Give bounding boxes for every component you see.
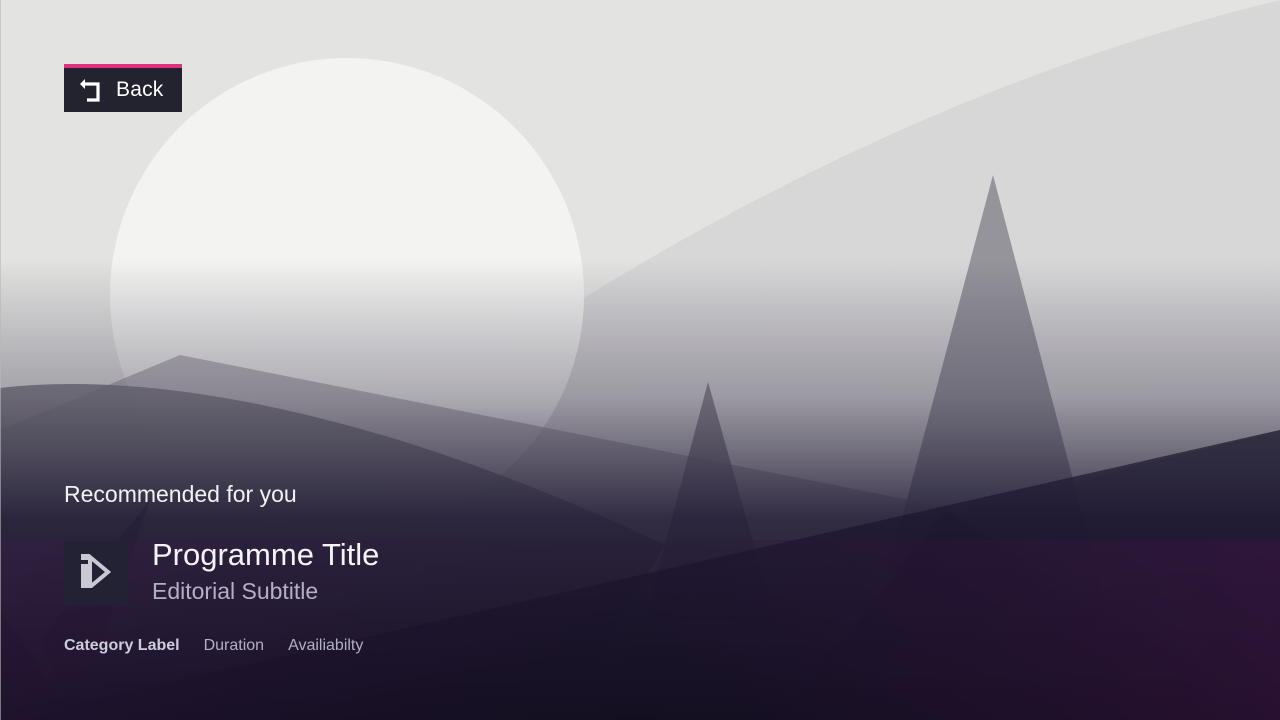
programme-text: Programme Title Editorial Subtitle (152, 537, 379, 606)
programme-thumbnail (64, 541, 128, 605)
back-button-label: Back (116, 78, 164, 101)
programme-detail-screen: Back Recommended for you Programme Title… (0, 0, 1280, 720)
programme-subtitle: Editorial Subtitle (152, 578, 319, 604)
back-arrow-icon (79, 77, 105, 103)
programme-logo-icon (81, 552, 112, 593)
programme-title: Programme Title (152, 537, 380, 572)
programme-metadata: Category Label Duration Availiabilty (64, 637, 363, 655)
recommended-heading: Recommended for you (64, 481, 297, 507)
category-label: Category Label (64, 637, 180, 654)
back-button[interactable]: Back (64, 64, 182, 112)
background-illustration (0, 0, 1280, 720)
duration-label: Duration (203, 637, 265, 654)
availability-label: Availiabilty (288, 637, 364, 654)
programme-item[interactable]: Programme Title Editorial Subtitle (64, 537, 379, 606)
